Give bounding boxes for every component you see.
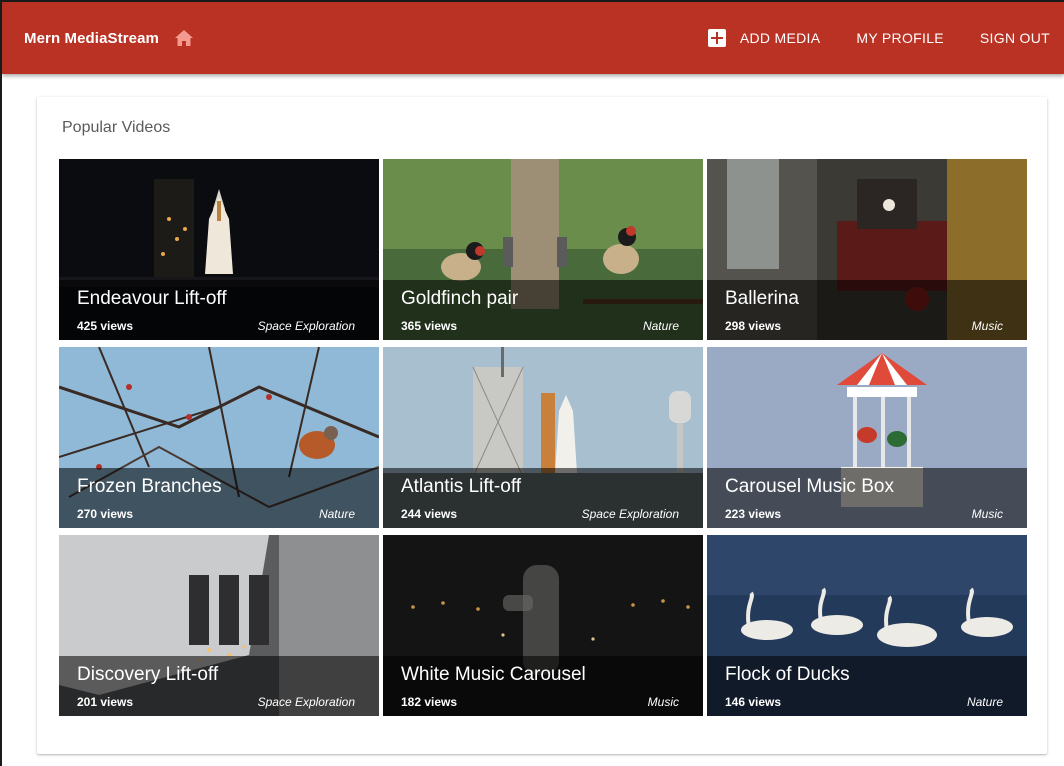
video-views: 201 views <box>77 695 134 709</box>
video-views: 365 views <box>401 319 458 333</box>
sign-out-label: SIGN OUT <box>979 30 1050 46</box>
nav-actions: ADD MEDIA MY PROFILE SIGN OUT <box>694 2 1064 74</box>
video-genre: Nature <box>642 319 679 333</box>
video-tile[interactable]: Discovery Lift-off 201 views Space Explo… <box>59 535 379 716</box>
video-genre: Space Exploration <box>581 507 679 521</box>
app-title: Mern MediaStream <box>24 29 159 47</box>
video-tile[interactable]: White Music Carousel 182 views Music <box>383 535 703 716</box>
add-media-label: ADD MEDIA <box>739 30 821 46</box>
video-genre: Music <box>647 695 679 709</box>
popular-videos-card: Popular Videos Endeavour Lift-off 425 vi… <box>37 97 1047 754</box>
my-profile-button[interactable]: MY PROFILE <box>842 18 966 58</box>
video-tile[interactable]: Flock of Ducks 146 views Nature <box>707 535 1027 716</box>
tile-info-bar: Discovery Lift-off 201 views Space Explo… <box>59 656 379 716</box>
video-title: Ballerina <box>725 288 799 309</box>
video-genre: Nature <box>966 695 1003 709</box>
video-views: 146 views <box>725 695 782 709</box>
tile-info-bar: Atlantis Lift-off 244 views Space Explor… <box>383 468 703 528</box>
video-title: Goldfinch pair <box>401 288 519 309</box>
video-title: Atlantis Lift-off <box>401 476 522 497</box>
tile-info-bar: Carousel Music Box 223 views Music <box>707 468 1027 528</box>
tile-info-bar: White Music Carousel 182 views Music <box>383 656 703 716</box>
video-genre: Space Exploration <box>257 695 355 709</box>
video-tile[interactable]: Frozen Branches 270 views Nature <box>59 347 379 528</box>
video-views: 182 views <box>401 695 458 709</box>
video-views: 223 views <box>725 507 782 521</box>
video-views: 298 views <box>725 319 782 333</box>
sign-out-button[interactable]: SIGN OUT <box>966 18 1064 58</box>
video-tile[interactable]: Endeavour Lift-off 425 views Space Explo… <box>59 159 379 340</box>
video-views: 244 views <box>401 507 458 521</box>
video-title: Flock of Ducks <box>725 664 850 685</box>
app-window: Mern MediaStream ADD MEDIA MY PROFILE SI… <box>0 0 1064 766</box>
tile-info-bar: Ballerina 298 views Music <box>707 280 1027 340</box>
video-tile[interactable]: Ballerina 298 views Music <box>707 159 1027 340</box>
video-title: White Music Carousel <box>401 664 586 685</box>
tile-info-bar: Frozen Branches 270 views Nature <box>59 468 379 528</box>
video-tile[interactable]: Atlantis Lift-off 244 views Space Explor… <box>383 347 703 528</box>
video-genre: Music <box>971 507 1003 521</box>
tile-info-bar: Flock of Ducks 146 views Nature <box>707 656 1027 716</box>
video-title: Endeavour Lift-off <box>77 288 227 309</box>
add-media-button[interactable]: ADD MEDIA <box>694 18 843 58</box>
tile-info-bar: Goldfinch pair 365 views Nature <box>383 280 703 340</box>
video-views: 270 views <box>77 507 134 521</box>
video-views: 425 views <box>77 319 134 333</box>
my-profile-label: MY PROFILE <box>856 30 944 46</box>
video-title: Discovery Lift-off <box>77 664 219 685</box>
video-genre: Space Exploration <box>257 319 355 333</box>
app-bar: Mern MediaStream ADD MEDIA MY PROFILE SI… <box>2 2 1064 74</box>
video-genre: Nature <box>318 507 355 521</box>
card-title: Popular Videos <box>62 119 171 136</box>
video-title: Frozen Branches <box>77 476 222 497</box>
tile-info-bar: Endeavour Lift-off 425 views Space Explo… <box>59 280 379 340</box>
video-tile[interactable]: Goldfinch pair 365 views Nature <box>383 159 703 340</box>
home-icon[interactable] <box>173 27 195 49</box>
video-grid: Endeavour Lift-off 425 views Space Explo… <box>59 159 1027 716</box>
video-tile[interactable]: Carousel Music Box 223 views Music <box>707 347 1027 528</box>
add-box-icon <box>707 29 726 47</box>
video-genre: Music <box>971 319 1003 333</box>
video-title: Carousel Music Box <box>725 476 894 497</box>
